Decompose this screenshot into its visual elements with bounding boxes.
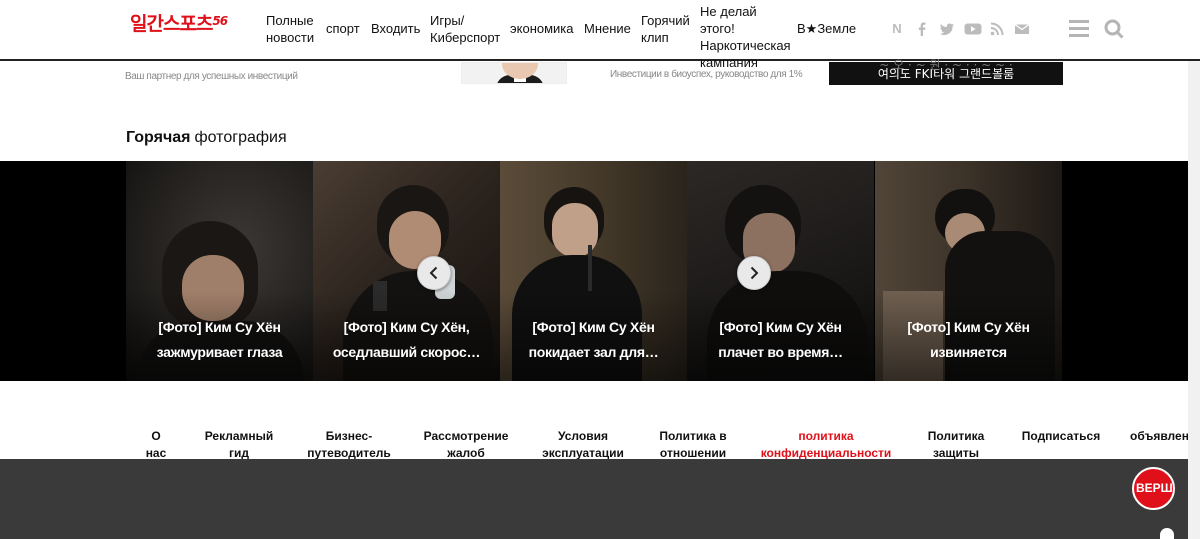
- slide-caption[interactable]: [Фото] Ким Су Хён извиняется: [881, 315, 1056, 365]
- footer-link-business-guide[interactable]: Бизнес-путеводитель: [304, 428, 394, 462]
- slider-next-button[interactable]: [737, 256, 771, 290]
- site-logo[interactable]: 일간스포츠56: [130, 12, 228, 36]
- rss-icon[interactable]: [989, 21, 1005, 37]
- mail-icon[interactable]: [1014, 21, 1030, 37]
- footer-link-protection-policy[interactable]: Политика защиты: [920, 428, 992, 462]
- nav-hot-clip[interactable]: Горячий клип: [641, 12, 691, 46]
- photo-slide[interactable]: [Фото] Ким Су Хён покидает зал для…: [500, 161, 687, 381]
- slide-caption[interactable]: [Фото] Ким Су Хён покидает зал для…: [506, 315, 681, 365]
- chevron-left-icon: [429, 266, 438, 280]
- floating-button-edge: [1160, 528, 1174, 539]
- nav-drug-campaign[interactable]: Не делай этого! Наркотическая кампания: [700, 3, 792, 71]
- nav-entertainment[interactable]: Входить: [371, 20, 420, 37]
- photo-slide[interactable]: [Фото] Ким Су Хён зажмуривает глаза: [126, 161, 313, 381]
- nav-economy[interactable]: экономика: [510, 20, 574, 37]
- event-banner[interactable]: ~ 오 · ~ 원 · ~ · · ~ ~ · 여의도 FKI타워 그랜드볼룸: [829, 58, 1063, 85]
- nav-full-news[interactable]: Полные новости: [266, 12, 316, 46]
- naver-icon[interactable]: N: [889, 21, 905, 37]
- hot-photo-slider: [Фото] Ким Су Хён зажмуривает глаза [Фото…: [0, 161, 1188, 381]
- partner-ad-caption[interactable]: Ваш партнер для успешных инвестиций: [125, 71, 298, 82]
- bio-investment-ad-caption[interactable]: Инвестиции в биоуспех, руководство для 1…: [610, 69, 803, 80]
- slide-caption[interactable]: [Фото] Ким Су Хён, оседлавший скорос…: [319, 315, 494, 365]
- menu-icon[interactable]: [1069, 20, 1089, 38]
- scroll-to-top-button[interactable]: ВЕРШИНА: [1132, 467, 1175, 510]
- footer-link-policy[interactable]: Политика в отношении: [652, 428, 734, 462]
- facebook-icon[interactable]: [914, 21, 930, 37]
- scrollbar[interactable]: [1188, 61, 1200, 539]
- footer-link-privacy-policy[interactable]: политика конфиденциальности: [758, 428, 894, 462]
- footer-link-complaints[interactable]: Рассмотрение жалоб: [420, 428, 512, 462]
- footer-link-advertising[interactable]: Рекламный гид: [200, 428, 278, 462]
- photo-slide[interactable]: [Фото] Ким Су Хён, оседлавший скорос…: [313, 161, 500, 381]
- chevron-right-icon: [750, 266, 759, 280]
- site-header: 일간스포츠56 Полные новости спорт Входить Игр…: [0, 0, 1200, 70]
- nav-in-the-land[interactable]: В★Земле: [797, 20, 856, 37]
- slide-caption[interactable]: [Фото] Ким Су Хён зажмуривает глаза: [132, 315, 307, 365]
- youtube-icon[interactable]: [964, 21, 982, 37]
- footer-link-announcement[interactable]: объявление: [1130, 428, 1188, 445]
- footer-link-subscribe[interactable]: Подписаться: [1020, 428, 1102, 445]
- photo-slide[interactable]: [Фото] Ким Су Хён плачет во время…: [687, 161, 874, 381]
- footer-link-about[interactable]: Онас: [140, 428, 172, 462]
- nav-games-esports[interactable]: Игры/ Киберспорт: [430, 12, 500, 46]
- nav-sport[interactable]: спорт: [326, 20, 360, 37]
- nav-opinion[interactable]: Мнение: [584, 20, 631, 37]
- twitter-icon[interactable]: [939, 21, 955, 37]
- footer-dark-band: [0, 459, 1188, 539]
- photo-slide[interactable]: [Фото] Ким Су Хён извиняется: [875, 161, 1062, 381]
- search-icon[interactable]: [1104, 19, 1124, 39]
- slider-prev-button[interactable]: [417, 256, 451, 290]
- ad-person-thumbnail[interactable]: [461, 62, 567, 84]
- section-title-hot-photo: Горячая фотография: [126, 129, 287, 146]
- slide-caption[interactable]: [Фото] Ким Су Хён плачет во время…: [693, 315, 868, 365]
- footer-link-terms[interactable]: Условия эксплуатации: [538, 428, 628, 462]
